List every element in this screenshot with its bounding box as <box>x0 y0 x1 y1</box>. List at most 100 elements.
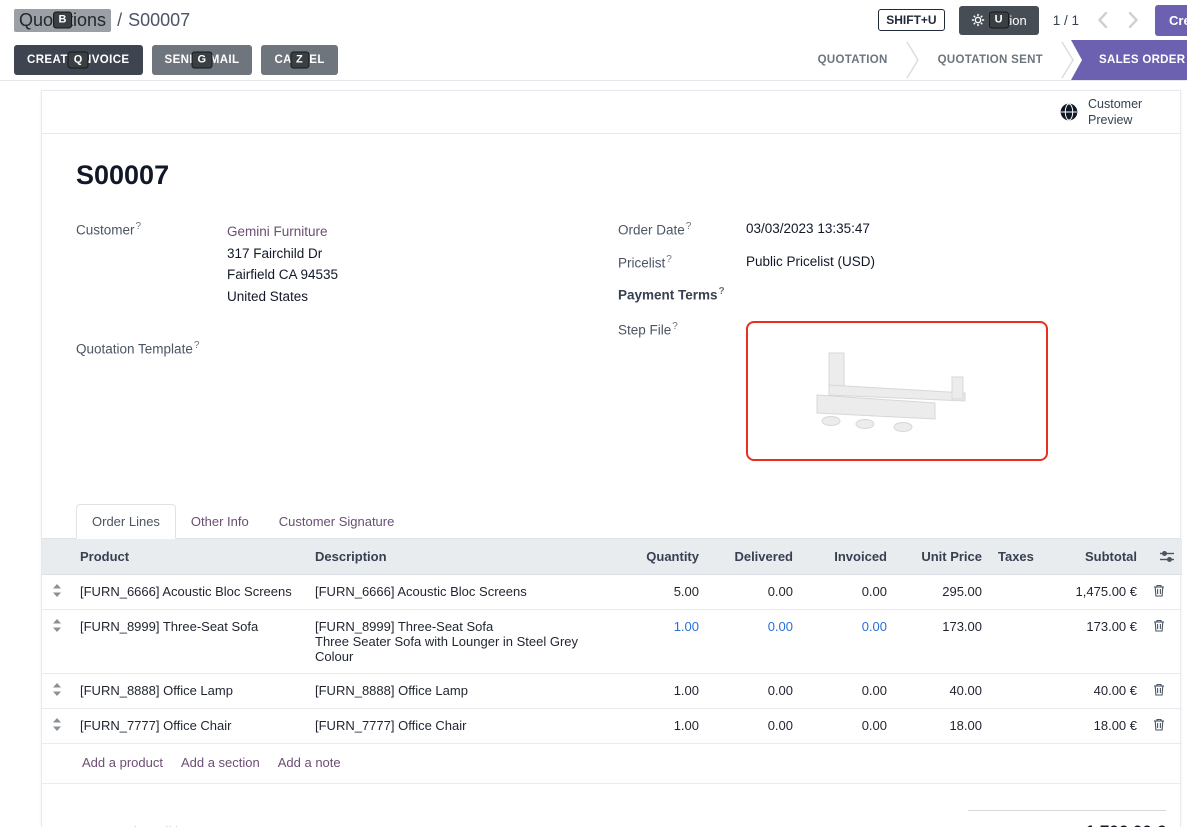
cell-invoiced[interactable]: 0.00 <box>801 673 895 708</box>
cell-description[interactable]: [FURN_8888] Office Lamp <box>307 673 617 708</box>
cell-product[interactable]: [FURN_8999] Three-Seat Sofa <box>72 609 307 673</box>
record-title: S00007 <box>76 160 1180 191</box>
customer-address-line: United States <box>227 289 308 304</box>
field-customer: Customer? Gemini Furniture 317 Fairchild… <box>76 221 618 307</box>
chevron-left-icon <box>1097 17 1108 32</box>
customer-address-line: 317 Fairchild Dr <box>227 246 322 261</box>
cell-invoiced[interactable]: 0.00 <box>801 609 895 673</box>
top-right-controls: SHIFT+U Action U 1 / 1 <box>878 5 1187 36</box>
cell-unit-price[interactable]: 40.00 <box>895 673 990 708</box>
cell-delivered[interactable]: 0.00 <box>707 708 801 743</box>
cancel-button[interactable]: CANCEL Z <box>261 45 337 75</box>
create-invoice-button[interactable]: CREATE INVOICE Q <box>14 45 143 75</box>
status-separator-icon <box>1061 41 1075 79</box>
help-icon: ? <box>672 321 678 332</box>
cell-delivered[interactable]: 0.00 <box>707 673 801 708</box>
tab-customer-signature[interactable]: Customer Signature <box>264 505 410 538</box>
status-step-quotation-sent[interactable]: QUOTATION SENT <box>920 40 1061 80</box>
action-menu-button[interactable]: Action U <box>959 6 1039 35</box>
cell-product[interactable]: [FURN_6666] Acoustic Bloc Screens <box>72 574 307 609</box>
cell-description[interactable]: [FURN_7777] Office Chair <box>307 708 617 743</box>
control-bar: CREATE INVOICE Q SEND EMAIL G CANCEL Z Q… <box>0 40 1187 81</box>
cell-subtotal: 173.00 € <box>1040 609 1145 673</box>
pager-next-button[interactable] <box>1126 9 1141 31</box>
drag-handle[interactable] <box>42 574 72 609</box>
customer-preview-button[interactable]: Customer Preview <box>42 91 1180 134</box>
drag-handle[interactable] <box>42 673 72 708</box>
order-date-label: Order Date? <box>618 221 746 238</box>
quotation-template-label: Quotation Template? <box>76 340 227 357</box>
optional-columns-icon[interactable] <box>1160 550 1174 563</box>
terms-and-conditions-input[interactable]: Terms and conditions... <box>76 810 210 827</box>
pager-previous-button[interactable] <box>1095 9 1110 31</box>
cell-taxes[interactable] <box>990 609 1040 673</box>
cell-unit-price[interactable]: 18.00 <box>895 708 990 743</box>
cell-taxes[interactable] <box>990 708 1040 743</box>
hint-badge-create-invoice: Q <box>68 52 89 69</box>
cell-unit-price[interactable]: 173.00 <box>895 609 990 673</box>
cell-taxes[interactable] <box>990 574 1040 609</box>
payment-terms-label: Payment Terms? <box>618 286 746 303</box>
order-line-row: [FURN_7777] Office Chair [FURN_7777] Off… <box>42 708 1182 743</box>
order-line-row: [FURN_8999] Three-Seat Sofa [FURN_8999] … <box>42 609 1182 673</box>
tab-other-info[interactable]: Other Info <box>176 505 264 538</box>
add-a-section-link[interactable]: Add a section <box>181 755 260 770</box>
cell-product[interactable]: [FURN_7777] Office Chair <box>72 708 307 743</box>
delete-line-button[interactable] <box>1145 708 1182 743</box>
add-a-note-link[interactable]: Add a note <box>278 755 341 770</box>
cell-quantity[interactable]: 1.00 <box>617 708 707 743</box>
hint-badge-action: U <box>989 12 1009 29</box>
step-file-label: Step File? <box>618 321 746 338</box>
cell-taxes[interactable] <box>990 673 1040 708</box>
customer-address-line: Fairfield CA 94535 <box>227 267 338 282</box>
customer-preview-label: Customer Preview <box>1088 96 1160 129</box>
status-separator-icon <box>906 41 920 79</box>
sheet-footer: Terms and conditions... Total: 1,706.00 … <box>42 784 1180 827</box>
column-header-delivered: Delivered <box>707 539 801 575</box>
cell-invoiced[interactable]: 0.00 <box>801 708 895 743</box>
order-line-row: [FURN_6666] Acoustic Bloc Screens [FURN_… <box>42 574 1182 609</box>
cell-delivered[interactable]: 0.00 <box>707 609 801 673</box>
cell-quantity[interactable]: 5.00 <box>617 574 707 609</box>
drag-handle[interactable] <box>42 708 72 743</box>
cell-description[interactable]: [FURN_8999] Three-Seat Sofa Three Seater… <box>307 609 617 673</box>
notebook-tabs: Order Lines Other Info Customer Signatur… <box>42 504 1180 539</box>
column-header-quantity: Quantity <box>617 539 707 575</box>
cell-quantity[interactable]: 1.00 <box>617 673 707 708</box>
create-button[interactable]: Create <box>1155 5 1187 36</box>
pricelist-value[interactable]: Public Pricelist (USD) <box>746 254 875 269</box>
help-icon: ? <box>194 340 200 351</box>
delete-line-button[interactable] <box>1145 609 1182 673</box>
delete-line-button[interactable] <box>1145 574 1182 609</box>
add-a-product-link[interactable]: Add a product <box>82 755 163 770</box>
breadcrumb-quotations-link[interactable]: Quotations B <box>14 9 111 32</box>
cell-delivered[interactable]: 0.00 <box>707 574 801 609</box>
breadcrumb-separator: / <box>117 10 122 31</box>
tab-order-lines[interactable]: Order Lines <box>76 504 176 539</box>
cell-description[interactable]: [FURN_6666] Acoustic Bloc Screens <box>307 574 617 609</box>
cell-product[interactable]: [FURN_8888] Office Lamp <box>72 673 307 708</box>
pricelist-label: Pricelist? <box>618 254 746 271</box>
status-step-quotation[interactable]: QUOTATION <box>800 40 906 80</box>
total-summary: Total: 1,706.00 € <box>968 810 1166 827</box>
field-step-file: Step File? <box>618 321 1160 461</box>
cell-unit-price[interactable]: 295.00 <box>895 574 990 609</box>
pager-counter: 1 / 1 <box>1053 13 1079 28</box>
status-bar: QUOTATION QUOTATION SENT SALES ORDER <box>800 40 1187 80</box>
delete-line-button[interactable] <box>1145 673 1182 708</box>
drag-handle[interactable] <box>42 609 72 673</box>
step-file-image[interactable] <box>746 321 1048 461</box>
status-step-sales-order[interactable]: SALES ORDER <box>1071 40 1187 80</box>
cell-invoiced[interactable]: 0.00 <box>801 574 895 609</box>
order-date-value[interactable]: 03/03/2023 13:35:47 <box>746 221 870 236</box>
optional-columns-header <box>1145 539 1182 575</box>
help-icon: ? <box>719 286 725 297</box>
help-icon: ? <box>686 221 692 232</box>
customer-link[interactable]: Gemini Furniture <box>227 224 328 239</box>
column-header-subtotal: Subtotal <box>1040 539 1145 575</box>
sales-order-page: Quotations B / S00007 SHIFT+U Action U <box>0 0 1187 827</box>
field-column-right: Order Date? 03/03/2023 13:35:47 Pricelis… <box>618 221 1160 470</box>
send-email-button[interactable]: SEND EMAIL G <box>152 45 253 75</box>
field-order-date: Order Date? 03/03/2023 13:35:47 <box>618 221 1160 238</box>
cell-quantity[interactable]: 1.00 <box>617 609 707 673</box>
